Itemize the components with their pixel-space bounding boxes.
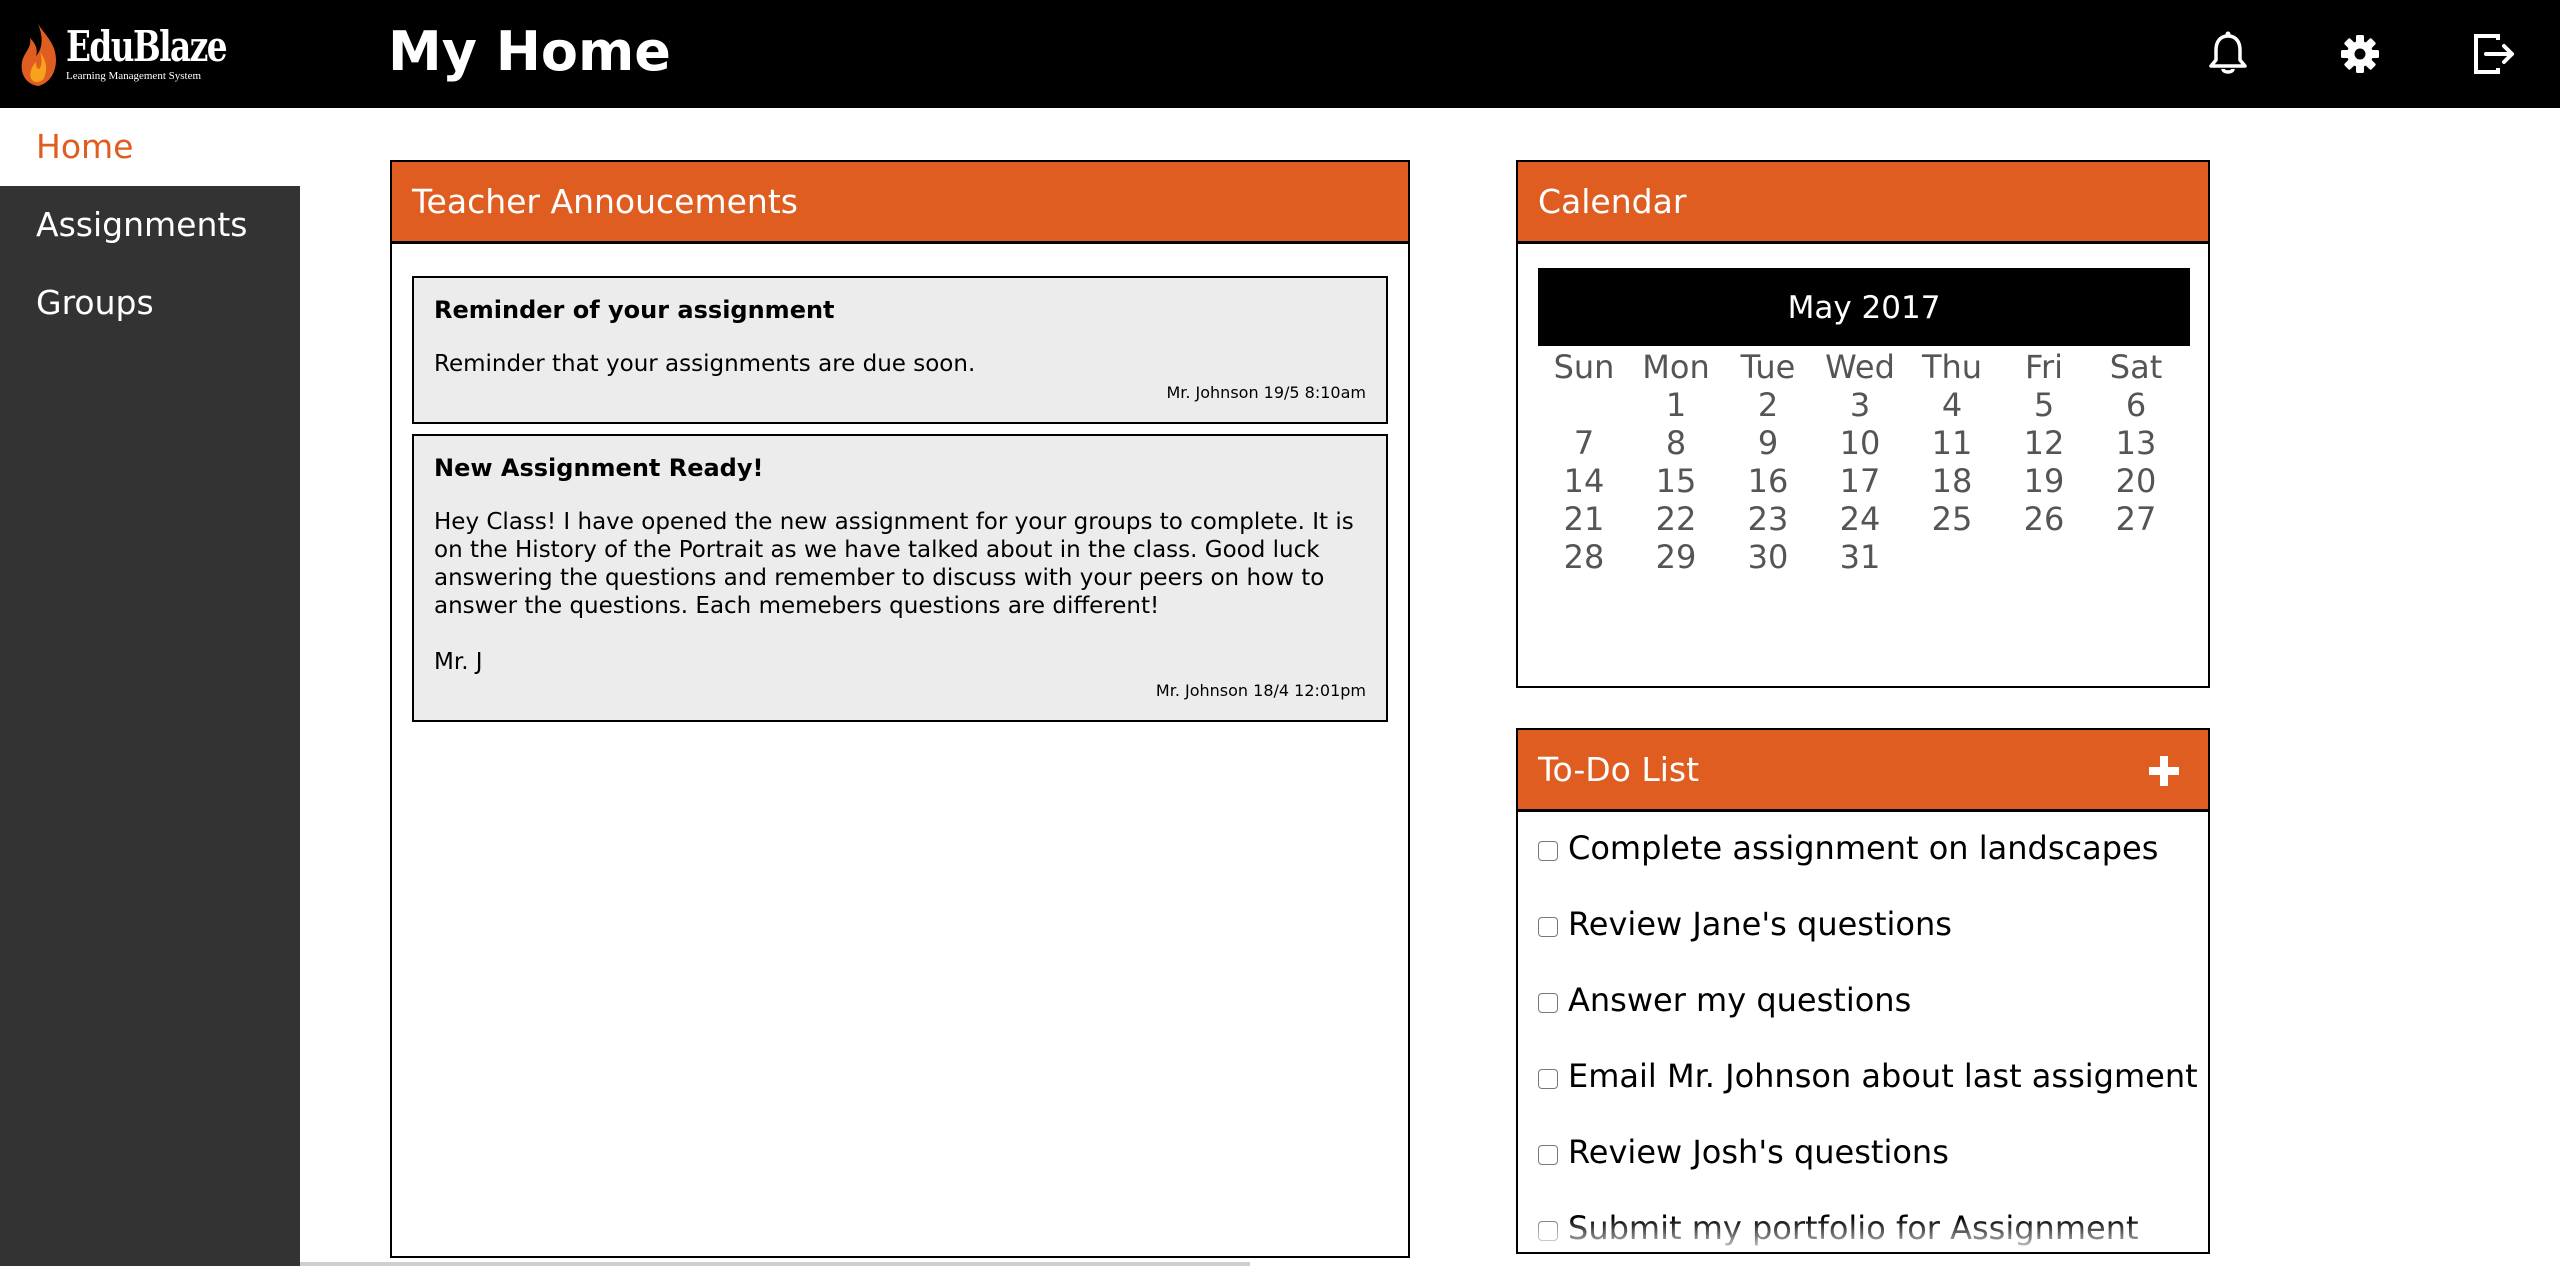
calendar-day[interactable]: 16 (1722, 462, 1814, 500)
announcement-meta: Mr. Johnson 19/5 8:10am (1166, 383, 1366, 402)
todo-checkbox[interactable] (1538, 993, 1558, 1013)
calendar-panel: Calendar May 2017 Sun Mon Tue Wed Thu Fr… (1516, 160, 2210, 688)
todo-checkbox[interactable] (1538, 1145, 1558, 1165)
calendar-title: Calendar (1518, 162, 2208, 244)
horizontal-scrollbar[interactable] (300, 1262, 1250, 1266)
todo-item: Answer my questions (1538, 980, 1911, 1020)
calendar-day[interactable]: 30 (1722, 538, 1814, 576)
calendar-week-row: 123456 (1538, 386, 2190, 424)
todo-item: Complete assignment on landscapes (1538, 828, 2158, 868)
todo-item: Review Jane's questions (1538, 904, 1952, 944)
calendar-week-row: 7 8 9 10 11 12 13 (1538, 424, 2190, 462)
scroll-fade (1518, 1218, 2208, 1252)
calendar-empty-cell (1998, 538, 2090, 576)
announcement-card: New Assignment Ready! Hey Class! I have … (412, 434, 1388, 722)
calendar-day[interactable]: 1 (1630, 386, 1722, 424)
calendar-day[interactable]: 7 (1538, 424, 1630, 462)
calendar-day[interactable]: 12 (1998, 424, 2090, 462)
announcements-title: Teacher Annoucements (392, 162, 1408, 244)
calendar-day[interactable]: 2 (1722, 386, 1814, 424)
todo-list: Complete assignment on landscapes Review… (1518, 814, 2208, 1252)
calendar-grid: Sun Mon Tue Wed Thu Fri Sat 1 2 3 4 5 6 7 8 9 10 1… (1538, 348, 2190, 576)
calendar-day[interactable]: 27 (2090, 500, 2182, 538)
calendar-day[interactable]: 5 (1998, 386, 2090, 424)
brand-name: EduBlaze (66, 22, 228, 71)
calendar-day[interactable]: 21 (1538, 500, 1630, 538)
page-title: My Home (388, 20, 671, 83)
calendar-weekday: Wed (1825, 348, 1895, 386)
calendar-day[interactable]: 24 (1814, 500, 1906, 538)
calendar-day[interactable]: 19 (1998, 462, 2090, 500)
todo-label: Complete assignment on landscapes (1568, 829, 2159, 867)
calendar-day[interactable]: 20 (2090, 462, 2182, 500)
todo-checkbox[interactable] (1538, 917, 1558, 937)
logo[interactable]: EduBlaze Learning Management System (16, 20, 228, 88)
logout-icon[interactable] (2466, 26, 2522, 82)
calendar-day[interactable]: 3 (1814, 386, 1906, 424)
calendar-weekday: Thu (1921, 348, 1983, 386)
calendar-day[interactable]: 10 (1814, 424, 1906, 462)
bell-icon[interactable] (2200, 26, 2256, 82)
calendar-weekday: Sat (2109, 348, 2163, 386)
todo-item: Email Mr. Johnson about last assigment (1538, 1056, 2198, 1096)
todo-title: To-Do List (1538, 750, 1700, 789)
calendar-day[interactable]: 31 (1814, 538, 1906, 576)
todo-label: Review Josh's questions (1568, 1133, 1949, 1171)
todo-checkbox[interactable] (1538, 841, 1558, 861)
calendar-day[interactable]: 9 (1722, 424, 1814, 462)
sidebar: Home Assignments Groups (0, 108, 300, 1266)
calendar-weekday-row: Sun Mon Tue Wed Thu Fri Sat (1538, 348, 2190, 386)
calendar-week-row: 21 22 23 24 25 26 27 (1538, 500, 2190, 538)
announcements-panel: Teacher Annoucements Reminder of your as… (390, 160, 1410, 1258)
announcement-title: New Assignment Ready! (434, 454, 764, 482)
plus-icon[interactable] (2142, 744, 2186, 796)
sidebar-item-groups[interactable]: Groups (0, 264, 300, 342)
todo-checkbox[interactable] (1538, 1069, 1558, 1089)
calendar-weekday: Tue (1740, 348, 1796, 386)
todo-label: Answer my questions (1568, 981, 1912, 1019)
calendar-weekday: Mon (1642, 348, 1710, 386)
announcement-card: Reminder of your assignment Reminder tha… (412, 276, 1388, 424)
brand-tagline: Learning Management System (66, 70, 202, 82)
announcement-body: Hey Class! I have opened the new assignm… (434, 509, 1354, 675)
calendar-day[interactable]: 6 (2090, 386, 2182, 424)
todo-header: To-Do List (1518, 730, 2208, 812)
calendar-month: May 2017 (1538, 268, 2190, 346)
todo-label: Email Mr. Johnson about last assigment (1568, 1057, 2198, 1095)
calendar-empty-cell (1906, 538, 1998, 576)
todo-panel: To-Do List Complete assignment on landsc… (1516, 728, 2210, 1254)
calendar-day[interactable]: 13 (2090, 424, 2182, 462)
calendar-day[interactable]: 18 (1906, 462, 1998, 500)
calendar-day[interactable]: 26 (1998, 500, 2090, 538)
flame-icon (21, 24, 56, 86)
calendar-week-row: 28 29 30 31 (1538, 538, 2190, 576)
calendar-day[interactable]: 14 (1538, 462, 1630, 500)
todo-label: Review Jane's questions (1568, 905, 1952, 943)
top-bar: EduBlaze Learning Management System My H… (0, 0, 2560, 108)
calendar-weekday: Fri (2024, 348, 2064, 386)
calendar-day[interactable]: 25 (1906, 500, 1998, 538)
calendar-day[interactable]: 29 (1630, 538, 1722, 576)
calendar-day[interactable]: 11 (1906, 424, 1998, 462)
announcement-meta: Mr. Johnson 18/4 12:01pm (1155, 681, 1366, 700)
calendar-empty-cell (2090, 538, 2182, 576)
sidebar-item-home[interactable]: Home (0, 108, 300, 186)
calendar-week-row: 14 15 16 17 18 19 20 (1538, 462, 2190, 500)
calendar-day[interactable]: 4 (1906, 386, 1998, 424)
announcement-body: Reminder that your assignments are due s… (434, 351, 976, 377)
calendar-empty-cell (1538, 386, 1630, 424)
calendar-day[interactable]: 17 (1814, 462, 1906, 500)
calendar-day[interactable]: 8 (1630, 424, 1722, 462)
calendar-day[interactable]: 28 (1538, 538, 1630, 576)
gear-icon[interactable] (2332, 26, 2388, 82)
calendar-day[interactable]: 22 (1630, 500, 1722, 538)
calendar-day[interactable]: 23 (1722, 500, 1814, 538)
todo-item: Review Josh's questions (1538, 1132, 1949, 1172)
sidebar-item-assignments[interactable]: Assignments (0, 186, 300, 264)
calendar-day[interactable]: 15 (1630, 462, 1722, 500)
calendar-weekday: Sun (1553, 348, 1615, 386)
announcement-title: Reminder of your assignment (434, 296, 835, 324)
